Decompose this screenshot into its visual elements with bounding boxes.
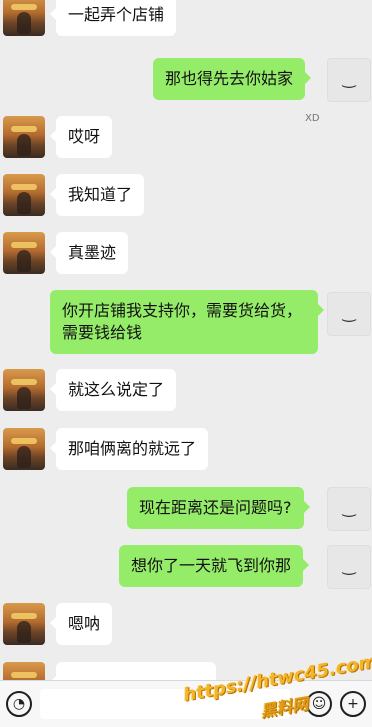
message-text: 哎呀 xyxy=(68,127,101,146)
message-text: 真墨迹 xyxy=(68,243,117,262)
message-bubble[interactable] xyxy=(50,662,216,680)
emoji-button[interactable]: ☺ xyxy=(306,691,332,717)
my-avatar[interactable]: ‿ xyxy=(327,292,371,336)
contact-avatar[interactable] xyxy=(3,428,45,470)
avatar-sunset-graphic xyxy=(11,672,37,678)
message-text: 我知道了 xyxy=(68,185,133,204)
voice-icon: ◔ xyxy=(12,696,26,712)
message-bubble[interactable]: 那咱俩离的就远了 xyxy=(49,428,209,470)
avatar-person-graphic xyxy=(17,387,31,409)
message-text: 那也得先去你姑家 xyxy=(165,69,294,88)
emoji-icon: ☺ xyxy=(311,696,327,712)
message-bubble[interactable]: 我知道了 xyxy=(49,174,145,216)
avatar-person-graphic xyxy=(17,250,31,272)
smile-face-icon: ‿ xyxy=(342,303,356,322)
contact-avatar[interactable] xyxy=(3,174,45,216)
contact-avatar[interactable] xyxy=(3,662,45,680)
contact-avatar[interactable] xyxy=(3,0,45,36)
avatar-sunset-graphic xyxy=(11,613,37,619)
avatar-overlay-text: XD xyxy=(305,113,320,124)
message-bubble[interactable]: 现在距离还是问题吗? xyxy=(127,487,309,529)
message-text: 你开店铺我支持你，需要货给货，需要钱给钱 xyxy=(62,301,303,342)
message-bubble[interactable]: 想你了一天就飞到你那 xyxy=(119,545,310,587)
avatar-sunset-graphic xyxy=(11,126,37,132)
smile-face-icon: ‿ xyxy=(342,69,356,88)
avatar-person-graphic xyxy=(17,12,31,34)
message-text: 现在距离还是问题吗? xyxy=(139,498,292,517)
message-bubble[interactable]: 嗯呐 xyxy=(49,603,113,645)
contact-avatar[interactable] xyxy=(3,232,45,274)
chat-message-list[interactable]: 一起弄个店铺 那也得先去你姑家 ‿ XD 哎呀 我知道了 真墨迹 你开店铺我支持… xyxy=(0,0,372,680)
message-text: 一起弄个店铺 xyxy=(68,5,165,24)
avatar-sunset-graphic xyxy=(11,242,37,248)
my-avatar[interactable]: ‿ xyxy=(327,487,371,531)
message-bubble[interactable]: 那也得先去你姑家 xyxy=(153,58,312,100)
avatar-sunset-graphic xyxy=(11,379,37,385)
message-text: 就这么说定了 xyxy=(68,380,165,399)
message-text: 嗯呐 xyxy=(68,614,101,633)
avatar-person-graphic xyxy=(17,621,31,643)
message-text: 想你了一天就飞到你那 xyxy=(131,556,292,575)
message-input[interactable] xyxy=(40,689,290,719)
message-bubble[interactable]: 真墨迹 xyxy=(49,232,129,274)
smile-face-icon: ‿ xyxy=(342,556,356,575)
avatar-sunset-graphic xyxy=(11,438,37,444)
message-bubble[interactable]: 你开店铺我支持你，需要货给货，需要钱给钱 xyxy=(50,290,324,354)
smile-face-icon: ‿ xyxy=(342,498,356,517)
contact-avatar[interactable] xyxy=(3,369,45,411)
plus-icon: + xyxy=(347,696,359,712)
message-bubble[interactable]: 哎呀 xyxy=(49,116,113,158)
avatar-person-graphic xyxy=(17,192,31,214)
my-avatar[interactable]: ‿ xyxy=(327,58,371,102)
avatar-person-graphic xyxy=(17,446,31,468)
message-bubble[interactable]: 就这么说定了 xyxy=(49,369,177,411)
more-options-button[interactable]: + xyxy=(340,691,366,717)
message-text: 那咱俩离的就远了 xyxy=(68,439,197,458)
avatar-sunset-graphic xyxy=(11,4,37,10)
chat-input-bar: ◔ ☺ + xyxy=(0,680,372,727)
voice-input-button[interactable]: ◔ xyxy=(6,691,32,717)
contact-avatar[interactable] xyxy=(3,116,45,158)
my-avatar[interactable]: ‿ xyxy=(327,545,371,589)
message-bubble[interactable]: 一起弄个店铺 xyxy=(49,0,177,36)
avatar-person-graphic xyxy=(17,134,31,156)
contact-avatar[interactable] xyxy=(3,603,45,645)
avatar-sunset-graphic xyxy=(11,184,37,190)
